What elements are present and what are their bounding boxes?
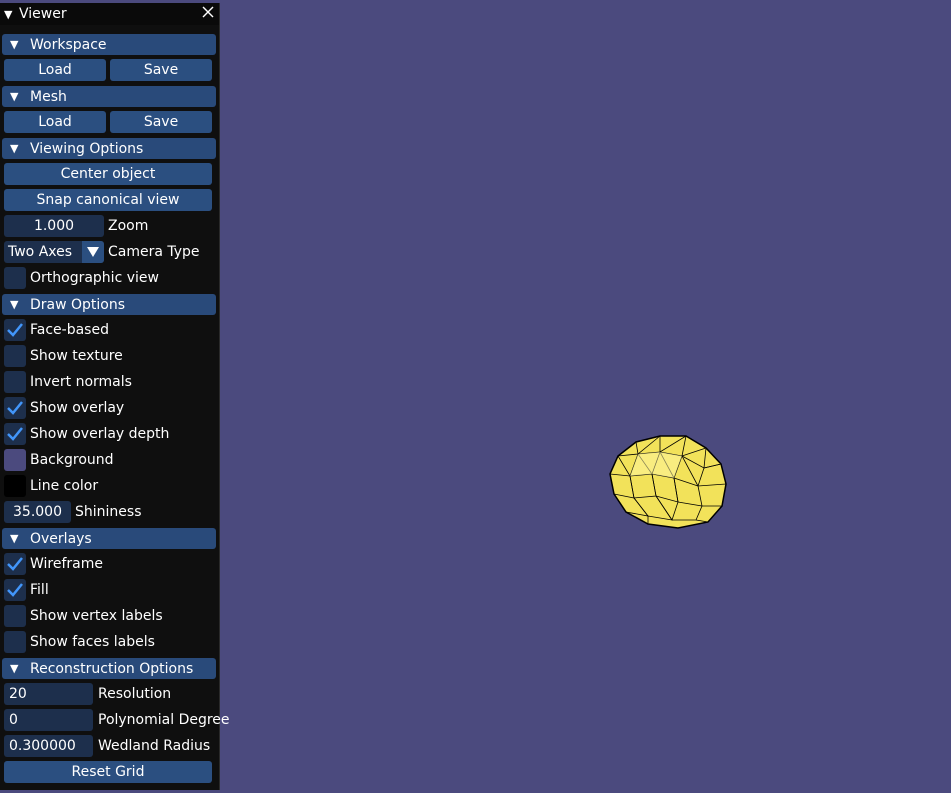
camera-type-label: Camera Type (108, 244, 200, 260)
mesh-object (609, 435, 727, 529)
resolution-label: Resolution (98, 686, 172, 702)
background-color-swatch[interactable] (4, 449, 26, 471)
viewer-panel: ▼ Viewer ▼ Workspace Load Save ▼ Mesh Lo… (0, 3, 230, 790)
show-overlay-depth-label: Show overlay depth (30, 426, 170, 442)
wireframe-label: Wireframe (30, 556, 104, 572)
overlays-header[interactable]: ▼ Overlays (2, 528, 216, 549)
background-label: Background (30, 452, 114, 468)
zoom-input[interactable]: 1.000 (4, 215, 104, 237)
show-vertex-labels-checkbox[interactable] (4, 605, 26, 627)
checkmark-icon (7, 583, 23, 597)
polynomial-degree-input[interactable]: 0 (4, 709, 93, 731)
draw-options-header[interactable]: ▼ Draw Options (2, 294, 216, 315)
zoom-label: Zoom (108, 218, 149, 234)
viewing-options-header-label: Viewing Options (30, 140, 144, 157)
reconstruction-options-header[interactable]: ▼ Reconstruction Options (2, 658, 216, 679)
show-texture-label: Show texture (30, 348, 123, 364)
orthographic-label: Orthographic view (30, 270, 159, 286)
collapse-triangle-icon: ▼ (10, 38, 19, 51)
face-based-label: Face-based (30, 322, 109, 338)
draw-options-header-label: Draw Options (30, 296, 126, 313)
checkmark-icon (7, 401, 23, 415)
collapse-triangle-icon[interactable]: ▼ (4, 8, 18, 21)
show-vertex-labels-label: Show vertex labels (30, 608, 163, 624)
camera-type-select[interactable]: Two Axes (4, 241, 104, 263)
panel-titlebar[interactable]: ▼ Viewer (0, 3, 219, 25)
fill-checkbox[interactable] (4, 579, 26, 601)
wireframe-checkbox[interactable] (4, 553, 26, 575)
fill-label: Fill (30, 582, 49, 598)
snap-canonical-view-button[interactable]: Snap canonical view (4, 189, 212, 211)
workspace-save-button[interactable]: Save (110, 59, 212, 81)
camera-type-value: Two Axes (8, 244, 73, 260)
show-overlay-depth-checkbox[interactable] (4, 423, 26, 445)
line-color-label: Line color (30, 478, 99, 494)
workspace-header[interactable]: ▼ Workspace (2, 34, 216, 55)
viewing-options-header[interactable]: ▼ Viewing Options (2, 138, 216, 159)
show-overlay-checkbox[interactable] (4, 397, 26, 419)
show-faces-labels-label: Show faces labels (30, 634, 155, 650)
panel-title: Viewer (19, 6, 67, 22)
wedland-radius-input[interactable]: 0.300000 (4, 735, 93, 757)
collapse-triangle-icon: ▼ (10, 532, 19, 545)
show-texture-checkbox[interactable] (4, 345, 26, 367)
shininess-label: Shininess (75, 504, 142, 520)
show-faces-labels-checkbox[interactable] (4, 631, 26, 653)
checkmark-icon (7, 427, 23, 441)
orthographic-checkbox[interactable] (4, 267, 26, 289)
close-icon[interactable] (201, 5, 215, 19)
shininess-input[interactable]: 35.000 (4, 501, 71, 523)
checkmark-icon (7, 323, 23, 337)
face-based-checkbox[interactable] (4, 319, 26, 341)
mesh-header[interactable]: ▼ Mesh (2, 86, 216, 107)
collapse-triangle-icon: ▼ (10, 298, 19, 311)
reset-grid-button[interactable]: Reset Grid (4, 761, 212, 783)
mesh-load-button[interactable]: Load (4, 111, 106, 133)
collapse-triangle-icon: ▼ (10, 90, 19, 103)
checkmark-icon (7, 557, 23, 571)
polynomial-degree-label: Polynomial Degree (98, 712, 230, 728)
mesh-header-label: Mesh (30, 88, 67, 105)
workspace-header-label: Workspace (30, 36, 107, 53)
wedland-radius-label: Wedland Radius (98, 738, 211, 754)
overlays-header-label: Overlays (30, 530, 92, 547)
collapse-triangle-icon: ▼ (10, 142, 19, 155)
mesh-save-button[interactable]: Save (110, 111, 212, 133)
chevron-down-icon[interactable] (82, 241, 104, 263)
center-object-button[interactable]: Center object (4, 163, 212, 185)
line-color-swatch[interactable] (4, 475, 26, 497)
workspace-load-button[interactable]: Load (4, 59, 106, 81)
invert-normals-checkbox[interactable] (4, 371, 26, 393)
collapse-triangle-icon: ▼ (10, 662, 19, 675)
invert-normals-label: Invert normals (30, 374, 132, 390)
reconstruction-options-header-label: Reconstruction Options (30, 660, 194, 677)
show-overlay-label: Show overlay (30, 400, 125, 416)
resolution-input[interactable]: 20 (4, 683, 93, 705)
